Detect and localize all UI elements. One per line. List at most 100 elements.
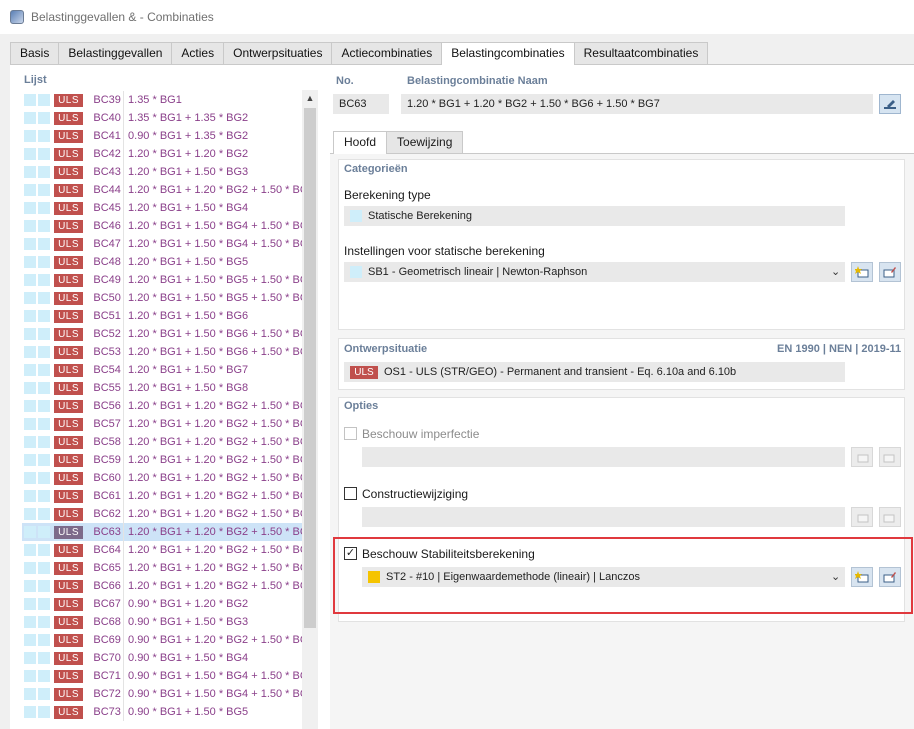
status-indicator	[37, 436, 50, 448]
list-item[interactable]: ULS BC45 1.20 * BG1 + 1.50 * BG4	[22, 199, 306, 217]
list-item[interactable]: ULS BC68 0.90 * BG1 + 1.50 * BG3	[22, 613, 306, 631]
list-item[interactable]: ULS BC71 0.90 * BG1 + 1.50 * BG4 + 1.50 * …	[22, 667, 306, 685]
tab-belastingcombinaties[interactable]: Belastingcombinaties	[441, 42, 575, 65]
combination-formula: 1.20 * BG1 + 1.20 * BG2 + 1.50 * BG	[128, 454, 306, 466]
column-divider	[123, 397, 125, 415]
status-indicator	[24, 616, 36, 628]
list-item[interactable]: ULS BC73 0.90 * BG1 + 1.50 * BG5	[22, 703, 306, 721]
combination-formula: 0.90 * BG1 + 1.50 * BG5	[128, 706, 249, 718]
static-settings-select[interactable]: SB1 - Geometrisch lineair | Newton-Raphs…	[344, 262, 845, 282]
list-item[interactable]: ULS BC58 1.20 * BG1 + 1.20 * BG2 + 1.50 * …	[22, 433, 306, 451]
list-item[interactable]: ULS BC60 1.20 * BG1 + 1.20 * BG2 + 1.50 * …	[22, 469, 306, 487]
column-divider	[123, 379, 125, 397]
tab-actiecombinaties[interactable]: Actiecombinaties	[331, 42, 443, 64]
combination-formula: 1.20 * BG1 + 1.50 * BG7	[128, 364, 249, 376]
list-item[interactable]: ULS BC62 1.20 * BG1 + 1.20 * BG2 + 1.50 * …	[22, 505, 306, 523]
tab-hoofd[interactable]: Hoofd	[333, 131, 388, 154]
list-item[interactable]: ULS BC51 1.20 * BG1 + 1.50 * BG6	[22, 307, 306, 325]
combination-id: BC70	[93, 652, 121, 664]
combination-id: BC67	[93, 598, 121, 610]
list-item[interactable]: ULS BC41 0.90 * BG1 + 1.35 * BG2	[22, 127, 306, 145]
edit-settings-button[interactable]	[879, 262, 901, 282]
combination-formula: 1.20 * BG1 + 1.20 * BG2 + 1.50 * BG	[128, 418, 306, 430]
uls-badge: ULS	[53, 597, 84, 611]
list-item[interactable]: ULS BC61 1.20 * BG1 + 1.20 * BG2 + 1.50 * …	[22, 487, 306, 505]
list-scrollbar[interactable]: ▲	[302, 90, 318, 729]
list-item[interactable]: ULS BC59 1.20 * BG1 + 1.20 * BG2 + 1.50 * …	[22, 451, 306, 469]
status-indicator	[24, 346, 36, 358]
list-item[interactable]: ULS BC42 1.20 * BG1 + 1.20 * BG2	[22, 145, 306, 163]
scroll-up-icon[interactable]: ▲	[302, 90, 318, 106]
column-divider	[123, 451, 125, 469]
scroll-thumb[interactable]	[304, 108, 316, 628]
no-field[interactable]: BC63	[333, 94, 389, 114]
combination-formula: 1.20 * BG1 + 1.50 * BG5 + 1.50 * BG	[128, 292, 306, 304]
list-item[interactable]: ULS BC65 1.20 * BG1 + 1.20 * BG2 + 1.50 * …	[22, 559, 306, 577]
column-divider	[123, 199, 125, 217]
list-item[interactable]: ULS BC54 1.20 * BG1 + 1.50 * BG7	[22, 361, 306, 379]
title-bar: Belastinggevallen & - Combinaties	[0, 0, 914, 34]
list-item[interactable]: ULS BC64 1.20 * BG1 + 1.20 * BG2 + 1.50 * …	[22, 541, 306, 559]
list-item[interactable]: ULS BC47 1.20 * BG1 + 1.50 * BG4 + 1.50 * …	[22, 235, 306, 253]
combination-id: BC44	[93, 184, 121, 196]
list-item[interactable]: ULS BC46 1.20 * BG1 + 1.50 * BG4 + 1.50 * …	[22, 217, 306, 235]
list-item[interactable]: ULS BC40 1.35 * BG1 + 1.35 * BG2	[22, 109, 306, 127]
list-item[interactable]: ULS BC63 1.20 * BG1 + 1.20 * BG2 + 1.50 * …	[22, 523, 306, 541]
column-divider	[123, 595, 125, 613]
list-item[interactable]: ULS BC53 1.20 * BG1 + 1.50 * BG6 + 1.50 * …	[22, 343, 306, 361]
tab-ontwerpsituaties[interactable]: Ontwerpsituaties	[223, 42, 333, 64]
list-item[interactable]: ULS BC57 1.20 * BG1 + 1.20 * BG2 + 1.50 * …	[22, 415, 306, 433]
status-indicator	[24, 148, 36, 160]
categories-title: Categorieën	[344, 163, 408, 175]
status-indicator	[37, 652, 50, 664]
static-settings-value: SB1 - Geometrisch lineair | Newton-Raphs…	[368, 266, 588, 278]
chevron-down-icon[interactable]: ⌄	[831, 265, 841, 278]
column-divider	[123, 559, 125, 577]
list-item[interactable]: ULS BC55 1.20 * BG1 + 1.50 * BG8	[22, 379, 306, 397]
tab-basis[interactable]: Basis	[10, 42, 60, 64]
edit-structure-mod-button	[879, 507, 901, 527]
combination-id: BC71	[93, 670, 121, 682]
list-item[interactable]: ULS BC69 0.90 * BG1 + 1.20 * BG2 + 1.50 * …	[22, 631, 306, 649]
combination-id: BC64	[93, 544, 121, 556]
list-item[interactable]: ULS BC49 1.20 * BG1 + 1.50 * BG5 + 1.50 * …	[22, 271, 306, 289]
column-divider	[123, 217, 125, 235]
column-divider	[123, 127, 125, 145]
list-item[interactable]: ULS BC67 0.90 * BG1 + 1.20 * BG2	[22, 595, 306, 613]
status-indicator	[24, 454, 36, 466]
tab-toewijzing[interactable]: Toewijzing	[386, 131, 464, 153]
list-item[interactable]: ULS BC43 1.20 * BG1 + 1.50 * BG3	[22, 163, 306, 181]
status-indicator	[37, 544, 50, 556]
list-item[interactable]: ULS BC44 1.20 * BG1 + 1.20 * BG2 + 1.50 * …	[22, 181, 306, 199]
imperfection-checkbox[interactable]	[344, 427, 357, 440]
status-indicator	[37, 634, 50, 646]
design-situation-field[interactable]: ULS OS1 - ULS (STR/GEO) - Permanent and t…	[344, 362, 845, 382]
list-item[interactable]: ULS BC48 1.20 * BG1 + 1.50 * BG5	[22, 253, 306, 271]
list-item[interactable]: ULS BC70 0.90 * BG1 + 1.50 * BG4	[22, 649, 306, 667]
status-indicator	[37, 220, 50, 232]
list-item[interactable]: ULS BC56 1.20 * BG1 + 1.20 * BG2 + 1.50 * …	[22, 397, 306, 415]
pencil-icon	[884, 100, 896, 109]
status-indicator	[24, 508, 36, 520]
name-field[interactable]: 1.20 * BG1 + 1.20 * BG2 + 1.50 * BG6 + 1…	[401, 94, 873, 114]
combination-formula: 1.20 * BG1 + 1.20 * BG2 + 1.50 * BG	[128, 400, 306, 412]
list-item[interactable]: ULS BC50 1.20 * BG1 + 1.50 * BG5 + 1.50 * …	[22, 289, 306, 307]
calc-type-field[interactable]: Statische Berekening	[344, 206, 845, 226]
combination-id: BC66	[93, 580, 121, 592]
structure-mod-checkbox[interactable]	[344, 487, 357, 500]
edit-name-button[interactable]	[879, 94, 901, 114]
new-settings-button[interactable]	[851, 262, 873, 282]
tab-acties[interactable]: Acties	[171, 42, 225, 64]
list-item[interactable]: ULS BC39 1.35 * BG1	[22, 91, 306, 109]
list-item[interactable]: ULS BC72 0.90 * BG1 + 1.50 * BG4 + 1.50 * …	[22, 685, 306, 703]
uls-badge: ULS	[53, 165, 84, 179]
status-indicator	[37, 94, 50, 106]
combination-list[interactable]: ULS BC39 1.35 * BG1 ULS BC40 1.35 * BG1 + 1.3…	[22, 90, 318, 729]
tab-belastinggevallen[interactable]: Belastinggevallen	[58, 42, 173, 64]
tab-resultaatcombinaties[interactable]: Resultaatcombinaties	[573, 42, 709, 64]
list-item[interactable]: ULS BC52 1.20 * BG1 + 1.50 * BG6 + 1.50 * …	[22, 325, 306, 343]
combination-id: BC53	[93, 346, 121, 358]
list-item[interactable]: ULS BC66 1.20 * BG1 + 1.20 * BG2 + 1.50 * …	[22, 577, 306, 595]
column-divider	[123, 577, 125, 595]
combination-id: BC42	[93, 148, 121, 160]
